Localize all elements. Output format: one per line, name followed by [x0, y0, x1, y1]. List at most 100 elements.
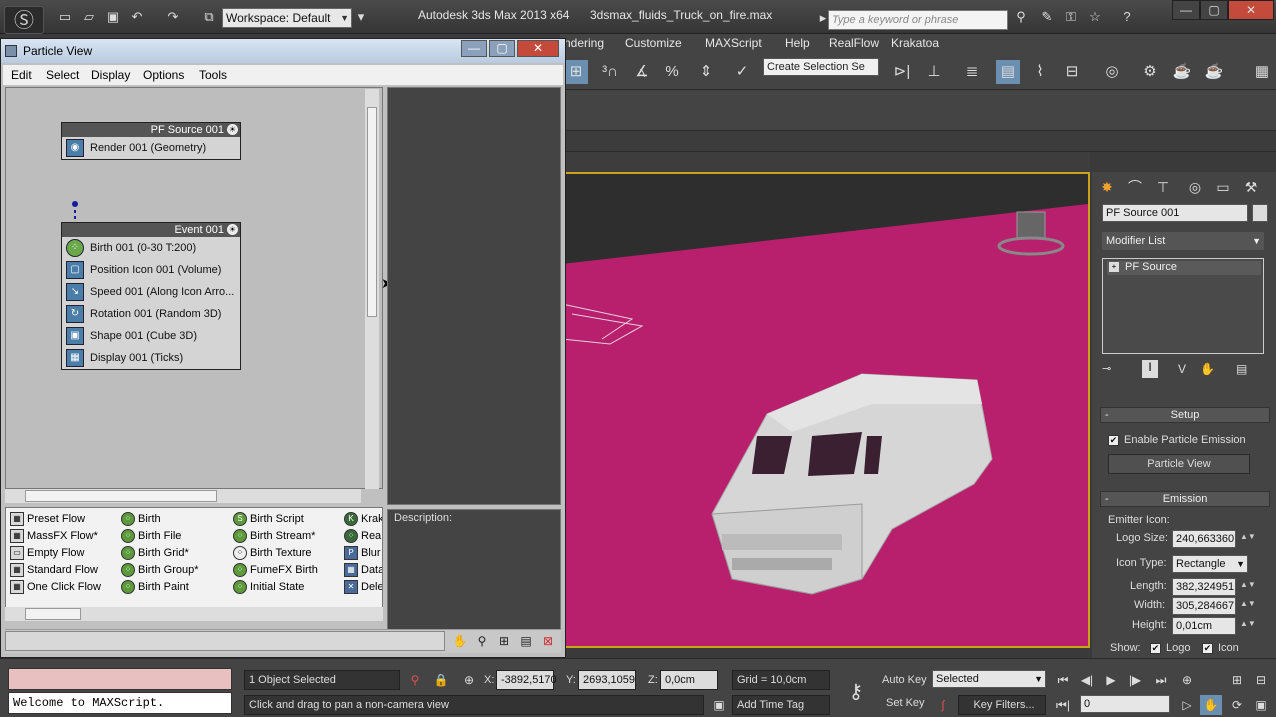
- maximize-icon[interactable]: ▢: [489, 40, 515, 57]
- expand-icon[interactable]: +: [1109, 262, 1119, 272]
- hierarchy-tab-icon[interactable]: ⊤: [1152, 176, 1174, 198]
- motion-tab-icon[interactable]: ◎: [1184, 176, 1206, 198]
- add-time-tag-button[interactable]: Add Time Tag: [732, 695, 830, 715]
- spinner-icon[interactable]: ▲▼: [1240, 532, 1256, 541]
- maximize-viewport-icon[interactable]: ▣: [1250, 695, 1272, 715]
- depot-item[interactable]: ▦ Preset Flow: [10, 512, 85, 526]
- selected-dropdown[interactable]: Selected ▼: [932, 670, 1046, 688]
- y-coordinate-field[interactable]: 2693,1059: [578, 670, 636, 690]
- depot-item[interactable]: ✕ Dele: [344, 580, 382, 594]
- render-setup-icon[interactable]: ⚙: [1138, 60, 1162, 84]
- key-tangent-icon[interactable]: ∫: [932, 695, 954, 715]
- render-frame-icon[interactable]: ☕: [1170, 60, 1194, 84]
- redo-icon[interactable]: ↷: [164, 9, 182, 25]
- hscroll-thumb[interactable]: [25, 490, 217, 502]
- absolute-mode-icon[interactable]: ⊕: [458, 670, 480, 690]
- enable-emission-checkbox[interactable]: ✔: [1108, 435, 1119, 446]
- depot-item[interactable]: ⁘ Birth File: [121, 529, 181, 543]
- spinner-icon[interactable]: ▲▼: [1240, 619, 1256, 628]
- field-of-view-icon[interactable]: ▷: [1176, 695, 1198, 715]
- favorites-icon[interactable]: ☆: [1086, 9, 1104, 25]
- set-key-icon[interactable]: ⚷: [836, 670, 876, 714]
- depot-item[interactable]: ⁘ Birth: [121, 512, 161, 526]
- depot-item[interactable]: ⁘ FumeFX Birth: [233, 563, 318, 577]
- show-icon-checkbox[interactable]: ✔: [1202, 643, 1213, 654]
- dope-sheet-icon[interactable]: ⊟: [1060, 60, 1084, 84]
- angle-snap-icon[interactable]: ∡: [630, 60, 654, 84]
- x-coordinate-field[interactable]: -3892,5170: [496, 670, 557, 690]
- next-frame-icon[interactable]: |▶: [1124, 670, 1146, 690]
- depot-item[interactable]: ⁘ Rea: [344, 529, 381, 543]
- app-menu-icon[interactable]: Ⓢ: [4, 6, 44, 34]
- menu-help[interactable]: Help: [785, 36, 810, 50]
- select-move-icon[interactable]: ⊞: [564, 60, 588, 84]
- zoom-icon[interactable]: ⚲: [473, 633, 491, 649]
- menu-krakatoa[interactable]: Krakatoa: [891, 36, 939, 50]
- z-coordinate-field[interactable]: 0,0cm: [660, 670, 718, 690]
- operator-row[interactable]: ▣ Shape 001 (Cube 3D): [62, 325, 240, 347]
- close-icon[interactable]: ✕: [1228, 0, 1274, 20]
- depot-item[interactable]: K Krak: [344, 512, 382, 526]
- depot-item[interactable]: S Birth Script: [233, 512, 304, 526]
- operator-row[interactable]: ▢ Position Icon 001 (Volume): [62, 259, 240, 281]
- lightbulb-icon[interactable]: ☀: [227, 124, 238, 135]
- menu-tools[interactable]: Tools: [199, 68, 227, 82]
- search-input[interactable]: Type a keyword or phrase: [828, 10, 1008, 30]
- configure-sets-icon[interactable]: ▤: [1236, 362, 1247, 376]
- binoculars-icon[interactable]: ⚲: [1012, 9, 1030, 25]
- make-unique-icon[interactable]: V: [1178, 362, 1186, 376]
- menu-display[interactable]: Display: [91, 68, 130, 82]
- current-frame-field[interactable]: 0: [1080, 695, 1170, 713]
- zoom-extents-all-icon[interactable]: ⊟: [1250, 670, 1272, 690]
- depot-hscroll[interactable]: [5, 607, 383, 621]
- minimize-icon[interactable]: —: [461, 40, 487, 57]
- pf-source-node[interactable]: PF Source 001 ☀ ◉ Render 001 (Geometry): [61, 122, 241, 160]
- zoom-extents-icon[interactable]: ⊞: [1226, 670, 1248, 690]
- selection-set-input[interactable]: Create Selection Se: [763, 58, 879, 76]
- menu-realflow[interactable]: RealFlow: [829, 36, 879, 50]
- edit-named-selection-icon[interactable]: ✓: [730, 60, 754, 84]
- scene-explorer-icon[interactable]: ▤: [996, 60, 1020, 84]
- curve-editor-icon[interactable]: ⌇: [1028, 60, 1052, 84]
- show-logo-checkbox[interactable]: ✔: [1150, 643, 1161, 654]
- sd-icon[interactable]: ▦: [1250, 60, 1274, 84]
- depot-item[interactable]: ⁘ Birth Texture: [233, 546, 312, 560]
- icon-type-dropdown[interactable]: Rectangle ▼: [1172, 555, 1248, 573]
- width-field[interactable]: 305,284667: [1172, 597, 1236, 615]
- object-color-swatch[interactable]: [1252, 204, 1268, 222]
- signin-icon[interactable]: ⚿: [1062, 9, 1080, 25]
- set-key-button[interactable]: Set Key: [886, 697, 925, 709]
- orbit-icon[interactable]: ⟳: [1226, 695, 1248, 715]
- zoom-extents-icon[interactable]: ▤: [517, 633, 535, 649]
- depot-item[interactable]: ▦ Standard Flow: [10, 563, 98, 577]
- snap-3d-icon[interactable]: ³∩: [598, 60, 622, 84]
- go-to-start-icon[interactable]: ⏮: [1052, 670, 1074, 690]
- spinner-snap-icon[interactable]: ⇕: [694, 60, 718, 84]
- depot-item[interactable]: ⁘ Birth Group*: [121, 563, 199, 577]
- perspective-viewport[interactable]: [560, 172, 1090, 648]
- key-mode-icon[interactable]: ⏮|: [1052, 695, 1074, 715]
- display-tab-icon[interactable]: ▭: [1212, 176, 1234, 198]
- menu-rendering[interactable]: ndering: [564, 36, 604, 50]
- communication-icon[interactable]: ✎: [1038, 9, 1056, 25]
- close-icon[interactable]: ✕: [517, 40, 559, 57]
- depot-item[interactable]: ⁘ Birth Paint: [121, 580, 189, 594]
- operator-row[interactable]: ⁘ Birth 001 (0-30 T:200): [62, 237, 240, 259]
- mirror-icon[interactable]: ⊳|: [890, 60, 914, 84]
- material-editor-icon[interactable]: ◎: [1100, 60, 1124, 84]
- emission-rollout-header[interactable]: - Emission: [1100, 491, 1270, 507]
- logo-size-field[interactable]: 240,663360: [1172, 530, 1236, 548]
- stack-item[interactable]: + PF Source: [1107, 261, 1261, 275]
- zoom-region-icon[interactable]: ⊞: [495, 633, 513, 649]
- depot-item[interactable]: ▦ Data: [344, 563, 382, 577]
- operator-row[interactable]: ↘ Speed 001 (Along Icon Arro...: [62, 281, 240, 303]
- menu-options[interactable]: Options: [143, 68, 184, 82]
- vscroll-thumb[interactable]: [367, 107, 377, 317]
- isolate-selection-icon[interactable]: ⚲: [404, 670, 426, 690]
- height-field[interactable]: 0,01cm: [1172, 617, 1236, 635]
- operator-row[interactable]: ↻ Rotation 001 (Random 3D): [62, 303, 240, 325]
- depot-item[interactable]: ▦ MassFX Flow*: [10, 529, 98, 543]
- operator-row[interactable]: ▦ Display 001 (Ticks): [62, 347, 240, 369]
- depot-hscroll-thumb[interactable]: [25, 608, 81, 620]
- pan-view-icon[interactable]: ✋: [1200, 695, 1222, 715]
